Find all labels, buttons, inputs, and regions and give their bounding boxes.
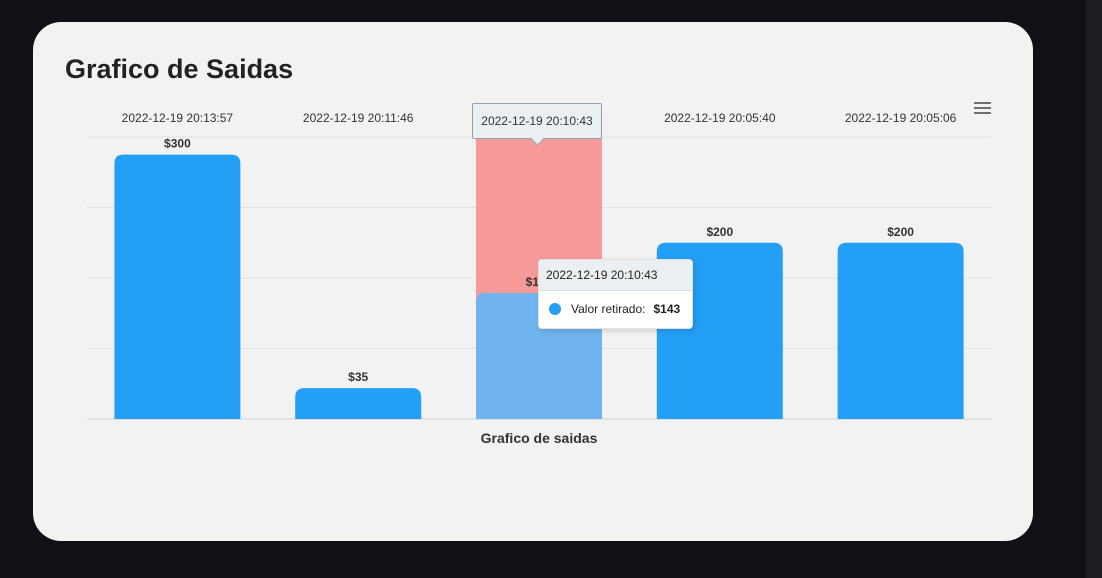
series-marker-icon <box>549 303 561 315</box>
data-label: $300 <box>164 137 191 151</box>
tooltip-title: 2022-12-19 20:10:43 <box>539 260 692 291</box>
window-edge <box>1086 0 1102 578</box>
bar[interactable] <box>114 154 241 419</box>
data-label: $35 <box>348 370 368 384</box>
data-label: $200 <box>887 225 914 239</box>
tooltip-series-label: Valor retirado: <box>571 302 646 316</box>
x-tick-label: 2022-12-19 20:11:46 <box>303 111 414 125</box>
data-label: $200 <box>706 225 733 239</box>
axis-pointer-text: 2022-12-19 20:10:43 <box>481 114 593 128</box>
tooltip-row: Valor retirado: $143 <box>539 291 692 327</box>
bar[interactable] <box>837 242 964 419</box>
bar-chart: 2022-12-19 20:13:57 $300 2022-12-19 20:11:… <box>87 111 991 446</box>
bar[interactable] <box>295 388 422 419</box>
x-tick-label: 2022-12-19 20:13:57 <box>122 111 234 125</box>
x-tick-label: 2022-12-19 20:05:40 <box>664 111 776 125</box>
x-axis-title: Grafico de saidas <box>481 430 598 446</box>
x-tick-label: 2022-12-19 20:05:06 <box>845 111 957 125</box>
hamburger-menu-icon[interactable] <box>974 102 991 116</box>
chart-tooltip: 2022-12-19 20:10:43 Valor retirado: $143 <box>538 259 693 329</box>
tooltip-value: $143 <box>653 302 681 316</box>
axis-pointer-label: 2022-12-19 20:10:43 <box>472 103 602 139</box>
chart-card: Grafico de Saidas 2022-12-19 20:13:57 $30… <box>33 22 1033 541</box>
